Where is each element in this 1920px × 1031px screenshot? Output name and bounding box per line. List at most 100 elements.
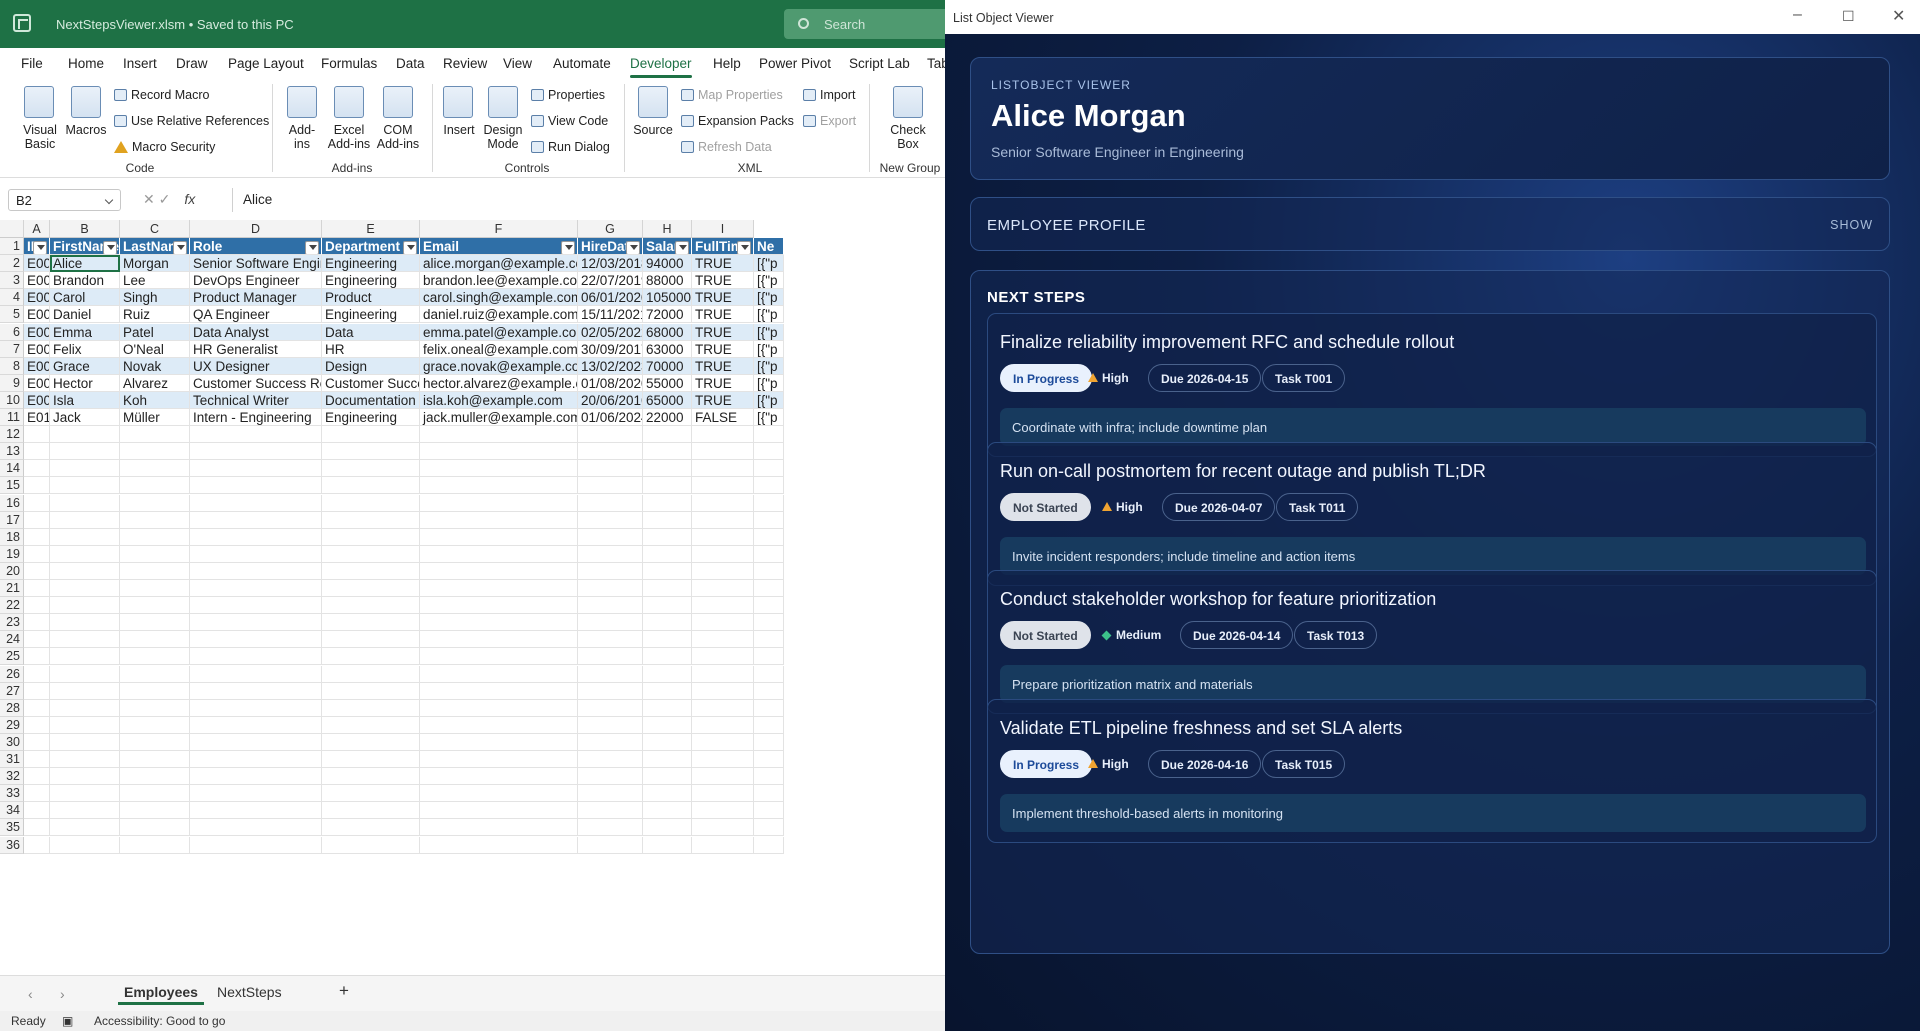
empty-cell[interactable] bbox=[50, 580, 120, 598]
table-cell[interactable]: Jack bbox=[50, 409, 120, 427]
empty-cell[interactable] bbox=[692, 836, 754, 854]
empty-cell[interactable] bbox=[322, 528, 420, 546]
table-cell[interactable]: [{"p bbox=[754, 374, 784, 392]
empty-cell[interactable] bbox=[50, 528, 120, 546]
empty-cell[interactable] bbox=[692, 562, 754, 580]
row-header[interactable]: 34 bbox=[0, 802, 24, 820]
empty-cell[interactable] bbox=[24, 768, 50, 786]
table-cell[interactable]: emma.patel@example.com bbox=[420, 323, 578, 341]
source-icon[interactable] bbox=[638, 86, 668, 118]
empty-cell[interactable] bbox=[24, 716, 50, 734]
empty-cell[interactable] bbox=[643, 614, 692, 632]
empty-cell[interactable] bbox=[692, 733, 754, 751]
task-card[interactable]: Conduct stakeholder workshop for feature… bbox=[987, 570, 1877, 714]
empty-cell[interactable] bbox=[754, 699, 784, 717]
com-addins-icon[interactable] bbox=[383, 86, 413, 118]
view-code-button[interactable]: View Code bbox=[531, 114, 608, 128]
empty-cell[interactable] bbox=[120, 528, 190, 546]
empty-cell[interactable] bbox=[578, 768, 643, 786]
row-header[interactable]: 11 bbox=[0, 409, 24, 427]
empty-cell[interactable] bbox=[420, 768, 578, 786]
filter-dropdown-icon[interactable] bbox=[403, 241, 417, 255]
empty-cell[interactable] bbox=[420, 665, 578, 683]
macros-icon[interactable] bbox=[71, 86, 101, 118]
tab-help[interactable]: Help bbox=[713, 56, 741, 71]
table-cell[interactable]: TRUE bbox=[692, 306, 754, 324]
table-cell[interactable]: E007 bbox=[24, 357, 50, 375]
task-card[interactable]: Run on-call postmortem for recent outage… bbox=[987, 442, 1877, 586]
empty-cell[interactable] bbox=[190, 443, 322, 461]
empty-cell[interactable] bbox=[120, 562, 190, 580]
table-cell[interactable]: 06/01/2020 bbox=[578, 289, 643, 307]
empty-cell[interactable] bbox=[120, 682, 190, 700]
scroll-left-icon[interactable]: ‹ bbox=[28, 986, 33, 1002]
empty-cell[interactable] bbox=[578, 580, 643, 598]
macro-security-button[interactable]: Macro Security bbox=[114, 140, 215, 154]
table-cell[interactable]: Engineering bbox=[322, 306, 420, 324]
empty-cell[interactable] bbox=[643, 699, 692, 717]
file-title[interactable]: NextStepsViewer.xlsm • Saved to this PC bbox=[56, 17, 294, 32]
table-cell[interactable]: 105000 bbox=[643, 289, 692, 307]
empty-cell[interactable] bbox=[50, 477, 120, 495]
table-cell[interactable]: 02/05/2022 bbox=[578, 323, 643, 341]
row-header[interactable]: 30 bbox=[0, 733, 24, 751]
table-cell[interactable]: Engineering bbox=[322, 272, 420, 290]
table-cell[interactable]: [{"p bbox=[754, 340, 784, 358]
table-cell[interactable]: E001 bbox=[24, 255, 50, 273]
empty-cell[interactable] bbox=[190, 426, 322, 444]
task-card[interactable]: Finalize reliability improvement RFC and… bbox=[987, 313, 1877, 457]
table-cell[interactable]: 15/11/2021 bbox=[578, 306, 643, 324]
table-header-cell[interactable]: FirstName bbox=[50, 238, 120, 256]
empty-cell[interactable] bbox=[190, 597, 322, 615]
empty-cell[interactable] bbox=[643, 682, 692, 700]
empty-cell[interactable] bbox=[578, 511, 643, 529]
empty-cell[interactable] bbox=[120, 802, 190, 820]
row-header[interactable]: 23 bbox=[0, 614, 24, 632]
empty-cell[interactable] bbox=[754, 631, 784, 649]
empty-cell[interactable] bbox=[643, 751, 692, 769]
table-cell[interactable]: grace.novak@example.com bbox=[420, 357, 578, 375]
row-header[interactable]: 28 bbox=[0, 699, 24, 717]
empty-cell[interactable] bbox=[754, 614, 784, 632]
table-cell[interactable]: 30/09/2017 bbox=[578, 340, 643, 358]
empty-cell[interactable] bbox=[420, 477, 578, 495]
empty-cell[interactable] bbox=[692, 426, 754, 444]
table-cell[interactable]: 94000 bbox=[643, 255, 692, 273]
table-cell[interactable]: E009 bbox=[24, 391, 50, 409]
table-header-cell[interactable]: Ne bbox=[754, 238, 784, 256]
table-cell[interactable]: 13/02/2023 bbox=[578, 357, 643, 375]
fx-icon[interactable]: fx bbox=[184, 191, 195, 207]
tab-more[interactable]: Tab bbox=[927, 56, 945, 71]
accessibility-status[interactable]: Accessibility: Good to go bbox=[94, 1014, 225, 1028]
empty-cell[interactable] bbox=[420, 528, 578, 546]
column-header[interactable]: A bbox=[24, 220, 50, 238]
column-header[interactable]: F bbox=[420, 220, 578, 238]
tab-draw[interactable]: Draw bbox=[176, 56, 208, 71]
table-cell[interactable]: Senior Software Engineer bbox=[190, 255, 322, 273]
empty-cell[interactable] bbox=[754, 511, 784, 529]
map-properties-button[interactable]: Map Properties bbox=[681, 88, 783, 102]
table-cell[interactable]: Technical Writer bbox=[190, 391, 322, 409]
empty-cell[interactable] bbox=[322, 562, 420, 580]
row-header[interactable]: 16 bbox=[0, 494, 24, 512]
table-cell[interactable]: 01/08/2020 bbox=[578, 374, 643, 392]
empty-cell[interactable] bbox=[50, 614, 120, 632]
empty-cell[interactable] bbox=[120, 631, 190, 649]
empty-cell[interactable] bbox=[322, 733, 420, 751]
table-header-cell[interactable]: FullTime bbox=[692, 238, 754, 256]
design-mode-button[interactable]: Design Mode bbox=[481, 123, 525, 151]
empty-cell[interactable] bbox=[322, 614, 420, 632]
empty-cell[interactable] bbox=[578, 785, 643, 803]
row-header[interactable]: 10 bbox=[0, 391, 24, 409]
empty-cell[interactable] bbox=[322, 545, 420, 563]
row-header[interactable]: 22 bbox=[0, 597, 24, 615]
import-button[interactable]: Import bbox=[803, 88, 855, 102]
empty-cell[interactable] bbox=[190, 528, 322, 546]
empty-cell[interactable] bbox=[24, 477, 50, 495]
empty-cell[interactable] bbox=[322, 699, 420, 717]
row-header[interactable]: 19 bbox=[0, 545, 24, 563]
table-cell[interactable]: Alice bbox=[50, 255, 120, 273]
empty-cell[interactable] bbox=[692, 768, 754, 786]
empty-cell[interactable] bbox=[24, 511, 50, 529]
empty-cell[interactable] bbox=[754, 562, 784, 580]
